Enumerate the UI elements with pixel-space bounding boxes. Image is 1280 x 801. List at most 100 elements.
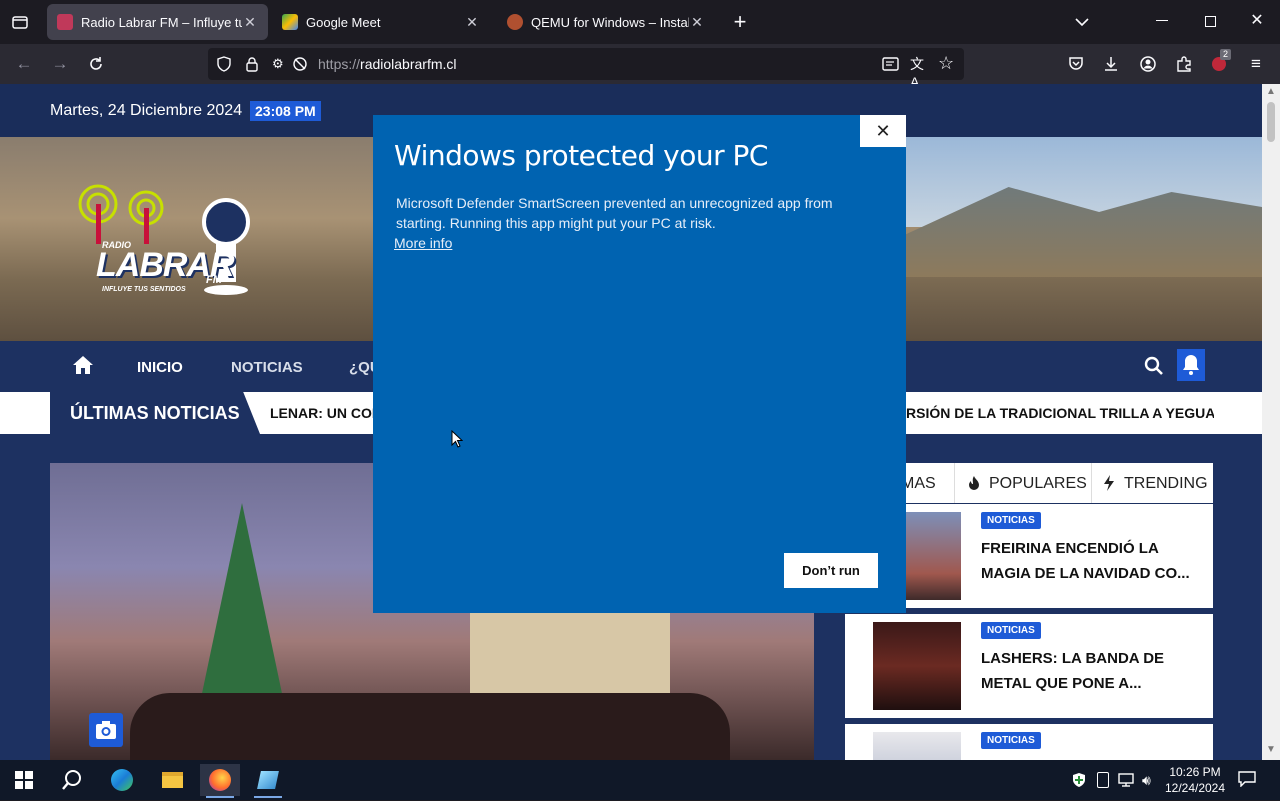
edge-logo-shape	[111, 769, 133, 791]
tab-divider	[954, 463, 955, 503]
tab-bar: Radio Labrar FM – Influye tus se ✕ Googl…	[0, 0, 1280, 44]
translate-icon[interactable]: 文A	[910, 55, 930, 90]
tab-divider	[1091, 463, 1092, 503]
url-host: radiolabrarfm.cl	[360, 56, 457, 72]
menu-item-noticias[interactable]: NOTICIAS	[231, 359, 303, 376]
more-info-link[interactable]: More info	[394, 235, 452, 251]
extensions-puzzle-icon[interactable]	[1172, 52, 1196, 76]
tab-radio-labrar[interactable]: Radio Labrar FM – Influye tus se ✕	[47, 4, 268, 40]
scroll-up-arrow-icon[interactable]: ▲	[1266, 86, 1276, 97]
notification-center-icon[interactable]	[1238, 771, 1256, 788]
scroll-down-arrow-icon[interactable]: ▼	[1266, 744, 1276, 755]
category-badge[interactable]: NOTICIAS	[981, 732, 1041, 749]
defender-shield-tray-icon[interactable]	[1071, 772, 1087, 788]
qemu-favicon-icon	[507, 14, 523, 30]
tab-trending[interactable]: TRENDING	[1124, 475, 1208, 493]
crowd-of-people	[130, 693, 730, 760]
dont-run-button[interactable]: Don’t run	[784, 553, 878, 588]
url-protocol: https://	[318, 56, 361, 72]
clock-time: 10:26 PM	[1169, 765, 1221, 779]
taskbar-clock[interactable]: 10:26 PM 12/24/2024	[1160, 764, 1230, 796]
list-all-tabs-chevron-icon[interactable]	[1072, 12, 1092, 32]
tab-qemu[interactable]: QEMU for Windows – Installers ✕	[497, 4, 715, 40]
tab-title: Google Meet	[306, 14, 381, 30]
address-bar[interactable]: ⚙ https://radiolabrarfm.cl 文A ☆	[208, 48, 964, 90]
forward-arrow-icon[interactable]: →	[48, 52, 72, 76]
search-icon[interactable]	[1144, 356, 1164, 376]
news-thumbnail[interactable]	[873, 622, 961, 710]
restore-window-icon[interactable]	[1205, 16, 1216, 27]
search-icon[interactable]	[52, 764, 92, 796]
current-time-badge: 23:08 PM	[250, 101, 321, 121]
account-icon[interactable]	[1136, 52, 1160, 76]
logo-text-fm: FM	[206, 274, 222, 286]
smartscreen-dialog: ✕ Windows protected your PC Microsoft De…	[373, 115, 906, 613]
edge-browser-icon[interactable]	[102, 764, 142, 796]
category-badge[interactable]: NOTICIAS	[981, 512, 1041, 529]
radio-labrar-favicon-icon	[57, 14, 73, 30]
close-tab-icon[interactable]: ✕	[689, 14, 705, 31]
autoplay-blocked-icon[interactable]	[292, 56, 308, 72]
dialog-message: Microsoft Defender SmartScreen prevented…	[396, 195, 833, 231]
pocket-icon[interactable]	[1064, 52, 1088, 76]
dialog-title: Windows protected your PC	[394, 139, 768, 172]
logo-tagline: INFLUYE TUS SENTIDOS	[102, 286, 186, 293]
page-scrollbar[interactable]: ▲ ▼	[1262, 84, 1280, 760]
news-title[interactable]: FREIRINA ENCENDIÓ LA MAGIA DE LA NAVIDAD…	[981, 536, 1191, 586]
close-window-icon[interactable]: ✕	[1249, 11, 1265, 31]
reload-icon[interactable]	[84, 52, 108, 76]
usb-device-tray-icon[interactable]	[1097, 772, 1109, 788]
home-icon[interactable]	[72, 355, 94, 375]
reader-view-icon[interactable]	[882, 56, 900, 72]
windows-taskbar: 🔊︎ 10:26 PM 12/24/2024	[0, 760, 1280, 800]
firefox-icon[interactable]	[200, 764, 240, 798]
close-tab-icon[interactable]: ✕	[242, 14, 258, 31]
tab-title: QEMU for Windows – Installers	[531, 14, 689, 30]
news-card[interactable]: NOTICIAS	[845, 724, 1213, 760]
bookmark-star-icon[interactable]: ☆	[938, 53, 958, 73]
ticker-label: ÚLTIMAS NOTICIAS	[50, 392, 260, 434]
extension-badge: 2	[1220, 49, 1232, 60]
tab-google-meet[interactable]: Google Meet ✕	[272, 4, 490, 40]
navigation-toolbar: ← → ⚙ https://radiolabrarfm.cl 文A ☆ 2 ≡	[0, 44, 1280, 90]
fire-icon	[967, 475, 981, 491]
tab-populares[interactable]: POPULARES	[989, 475, 1087, 493]
hamburger-menu-icon[interactable]: ≡	[1244, 52, 1268, 76]
file-explorer-icon[interactable]	[152, 764, 192, 796]
radio-labrar-logo[interactable]: RADIO LABRAR FM INFLUYE TUS SENTIDOS	[66, 182, 252, 302]
lightning-icon	[1103, 475, 1115, 491]
new-tab-plus-icon[interactable]: +	[730, 10, 750, 34]
ticker-item[interactable]: RSIÓN DE LA TRADICIONAL TRILLA A YEGUA S…	[906, 405, 1214, 421]
url-text: https://radiolabrarfm.cl	[318, 56, 457, 72]
minimize-window-icon[interactable]	[1156, 20, 1168, 21]
back-arrow-icon[interactable]: ←	[12, 52, 36, 76]
start-windows-icon[interactable]	[4, 764, 44, 796]
installer-app-icon[interactable]	[248, 764, 288, 798]
mouse-pointer-icon	[451, 429, 464, 448]
google-meet-favicon-icon	[282, 14, 298, 30]
permissions-icon[interactable]: ⚙	[272, 56, 288, 72]
tab-title: Radio Labrar FM – Influye tus se	[81, 14, 242, 30]
scroll-thumb[interactable]	[1267, 102, 1275, 142]
folder-shape	[162, 772, 183, 788]
category-badge[interactable]: NOTICIAS	[981, 622, 1041, 639]
network-tray-icon[interactable]	[1118, 772, 1136, 788]
tab-ultimas[interactable]: MAS	[901, 475, 936, 493]
notification-bell-icon[interactable]	[1177, 349, 1205, 381]
clock-date: 12/24/2024	[1164, 781, 1226, 795]
downloads-icon[interactable]	[1099, 52, 1123, 76]
news-title[interactable]: LASHERS: LA BANDA DE METAL QUE PONE A...	[981, 646, 1191, 696]
camera-icon[interactable]	[89, 713, 123, 747]
menu-item-inicio[interactable]: INICIO	[137, 359, 183, 376]
volume-tray-icon[interactable]: 🔊︎	[1142, 771, 1160, 789]
firefox-logo-shape	[209, 769, 231, 791]
close-tab-icon[interactable]: ✕	[464, 14, 480, 31]
news-thumbnail[interactable]	[873, 732, 961, 760]
installer-shape	[257, 771, 279, 789]
tracking-protection-shield-icon[interactable]	[216, 56, 232, 72]
news-card[interactable]: NOTICIAS LASHERS: LA BANDA DE METAL QUE …	[845, 614, 1213, 718]
dialog-close-button[interactable]: ✕	[860, 115, 906, 147]
lock-icon[interactable]	[244, 56, 260, 72]
extension-red-icon[interactable]: 2	[1208, 49, 1232, 76]
tab-list-icon[interactable]	[10, 12, 30, 32]
